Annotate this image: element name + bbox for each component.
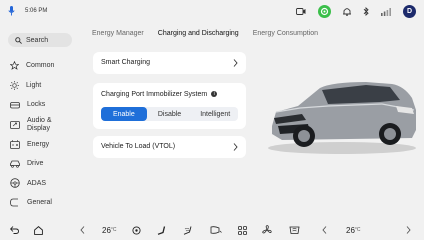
vehicle-image: [268, 82, 416, 154]
sidebar-item-adas[interactable]: ADAS: [8, 174, 78, 194]
display-icon: [10, 121, 20, 129]
steering-icon: [10, 178, 20, 189]
immobilizer-card: Charging Port Immobilizer System i Enable…: [93, 83, 246, 129]
sidebar-item-label: Locks: [27, 101, 46, 109]
sidebar-item-general[interactable]: General: [8, 193, 78, 213]
search-icon: [15, 36, 22, 44]
info-icon[interactable]: i: [211, 91, 218, 98]
sidebar-item-label: Drive: [27, 160, 44, 168]
tab-energy-manager[interactable]: Energy Manager: [92, 30, 144, 37]
defrost-icon[interactable]: [289, 224, 300, 236]
star-icon: [10, 61, 19, 71]
lock-icon: [10, 102, 20, 109]
sidebar-item-drive[interactable]: Drive: [8, 154, 78, 174]
right-temperature[interactable]: 26 °C: [346, 224, 361, 236]
sidebar-nav: Common Light Locks Audio & Display Energy…: [8, 56, 78, 213]
immobilizer-segmented-control: Enable Disable Intelligent: [101, 107, 238, 121]
sidebar-item-label: General: [27, 199, 52, 207]
smart-charging-label: Smart Charging: [101, 59, 151, 66]
apps-grid-icon[interactable]: [238, 224, 247, 236]
bottom-bar: 26 °C 26 °C: [0, 220, 424, 240]
status-bar: 5:06 PM D: [0, 0, 424, 26]
sidebar-item-light[interactable]: Light: [8, 76, 78, 96]
green-app-icon[interactable]: [318, 5, 331, 18]
left-temp-decrease-icon[interactable]: [80, 224, 85, 236]
option-enable[interactable]: Enable: [101, 107, 147, 121]
sidebar-item-locks[interactable]: Locks: [8, 95, 78, 115]
mic-icon[interactable]: [8, 6, 15, 16]
tab-energy-consumption[interactable]: Energy Consumption: [253, 30, 318, 37]
option-intelligent[interactable]: Intelligent: [192, 107, 238, 121]
search-label: Search: [26, 36, 49, 44]
sidebar-item-label: Common: [26, 62, 55, 70]
car-icon: [10, 160, 20, 168]
fan-speed-icon[interactable]: [210, 224, 222, 236]
general-icon: [10, 199, 18, 207]
sidebar-item-label: Energy: [27, 140, 50, 148]
option-disable[interactable]: Disable: [147, 107, 193, 121]
seat-ventilation-icon[interactable]: [183, 224, 195, 236]
right-temp-decrease-icon[interactable]: [322, 224, 327, 236]
left-temp-value: 26: [102, 225, 111, 235]
tab-charging-and-discharging[interactable]: Charging and Discharging: [158, 30, 239, 37]
vtol-card[interactable]: Vehicle To Load (VTOL): [93, 136, 246, 158]
sidebar-item-energy[interactable]: Energy: [8, 134, 78, 154]
left-temperature[interactable]: 26 °C: [102, 224, 117, 236]
bluetooth-icon[interactable]: [363, 7, 369, 16]
seat-icon[interactable]: [157, 224, 167, 236]
bell-icon[interactable]: [343, 7, 351, 16]
temp-unit: °C: [110, 227, 117, 233]
fan-icon[interactable]: [262, 224, 272, 236]
sidebar-item-label: Audio &: [27, 117, 52, 125]
sidebar-item-label: Light: [26, 81, 42, 89]
profile-avatar[interactable]: D: [403, 5, 416, 18]
sidebar: Search Common Light Locks Audio & Display…: [0, 26, 84, 220]
sidebar-item-common[interactable]: Common: [8, 56, 78, 76]
signal-icon: [381, 7, 391, 16]
right-temp-value: 26: [346, 225, 355, 235]
chevron-right-icon: [233, 59, 238, 67]
seat-heat-icon[interactable]: [132, 224, 141, 236]
home-icon[interactable]: [34, 224, 43, 236]
avatar-letter: D: [406, 8, 413, 15]
sidebar-item-label-line2: Display: [27, 124, 50, 132]
sidebar-item-audio-display[interactable]: Audio & Display: [8, 115, 78, 135]
smart-charging-card[interactable]: Smart Charging: [93, 52, 246, 74]
temp-unit: °C: [354, 227, 361, 233]
immobilizer-title-row: Charging Port Immobilizer System i: [101, 91, 218, 98]
sun-icon: [10, 80, 19, 90]
search-input[interactable]: Search: [8, 33, 72, 47]
sidebar-item-label-group: Audio & Display: [27, 117, 52, 132]
immobilizer-title: Charging Port Immobilizer System: [101, 91, 208, 98]
sidebar-item-label: ADAS: [27, 179, 47, 187]
chevron-right-icon: [233, 143, 238, 151]
battery-icon: [10, 139, 20, 149]
top-tabs: Energy Manager Charging and Discharging …: [92, 30, 318, 37]
clock: 5:06 PM: [25, 8, 48, 14]
right-temp-increase-icon[interactable]: [406, 224, 411, 236]
vtol-label: Vehicle To Load (VTOL): [101, 143, 176, 150]
back-icon[interactable]: [10, 224, 19, 236]
camera-icon[interactable]: [296, 8, 306, 15]
